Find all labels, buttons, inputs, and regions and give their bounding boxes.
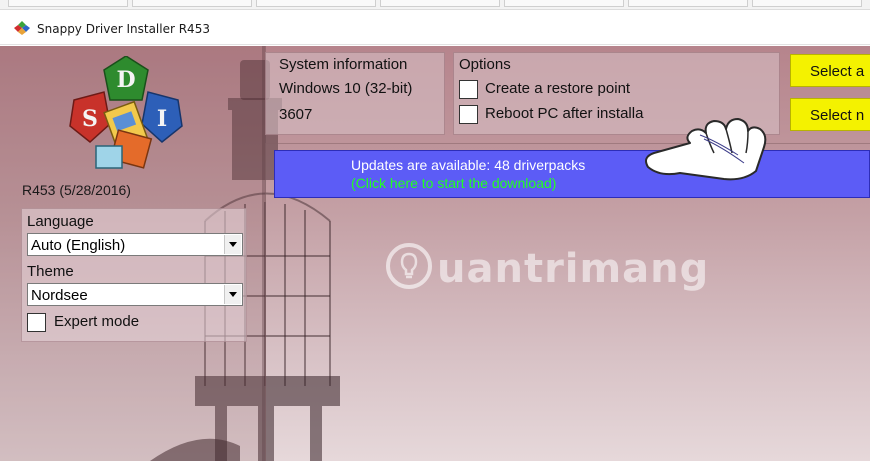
updates-available-text: Updates are available: 48 driverpacks <box>351 157 586 173</box>
options-header: Options <box>459 56 511 73</box>
logo-letter-s: S <box>82 106 98 132</box>
system-os: Windows 10 (32-bit) <box>279 80 413 97</box>
tab-stub <box>628 0 748 7</box>
lightbulb-icon <box>386 243 432 289</box>
tab-stub <box>504 0 624 7</box>
restore-point-label: Create a restore point <box>485 80 631 97</box>
language-value: Auto (English) <box>31 237 126 254</box>
restore-point-checkbox[interactable] <box>459 80 478 99</box>
chevron-down-icon <box>229 292 237 297</box>
sdi-logo: D S I <box>69 56 183 169</box>
start-download-link[interactable]: (Click here to start the download) <box>351 175 556 191</box>
system-info-panel[interactable]: System information Windows 10 (32-bit) 3… <box>265 52 445 135</box>
chevron-down-icon <box>229 242 237 247</box>
select-all-button[interactable]: Select a <box>790 54 870 87</box>
app-icon <box>14 21 30 35</box>
theme-dropdown-button[interactable] <box>224 285 241 304</box>
select-all-label: Select a <box>810 63 865 80</box>
logo-letter-d: D <box>116 67 135 93</box>
language-label: Language <box>27 213 94 230</box>
updates-banner[interactable]: Updates are available: 48 driverpacks (C… <box>274 150 870 198</box>
browser-tab-strip <box>0 0 870 10</box>
quantrimang-watermark: uantrimang <box>385 242 708 302</box>
reboot-checkbox[interactable] <box>459 105 478 124</box>
watermark-text: uantrimang <box>437 246 710 292</box>
settings-panel: Language Auto (English) Theme Nordsee Ex… <box>21 208 247 342</box>
app-version: R453 (5/28/2016) <box>22 182 131 198</box>
tab-stub <box>132 0 252 7</box>
tab-stub <box>8 0 128 7</box>
pointing-hand-icon <box>645 118 767 181</box>
theme-value: Nordsee <box>31 287 88 304</box>
reboot-label: Reboot PC after installa <box>485 105 644 122</box>
theme-select[interactable]: Nordsee <box>27 283 243 306</box>
tab-stub <box>752 0 862 7</box>
window-title: Snappy Driver Installer R453 <box>37 22 210 36</box>
select-none-button[interactable]: Select n <box>790 98 870 131</box>
language-select[interactable]: Auto (English) <box>27 233 243 256</box>
select-none-label: Select n <box>810 107 865 124</box>
tab-stub <box>256 0 376 7</box>
logo-letter-i: I <box>157 106 167 132</box>
tab-stub <box>380 0 500 7</box>
expert-mode-checkbox[interactable] <box>27 313 46 332</box>
language-dropdown-button[interactable] <box>224 235 241 254</box>
window-titlebar: Snappy Driver Installer R453 <box>0 10 870 45</box>
theme-label: Theme <box>27 263 74 280</box>
system-info-header: System information <box>279 56 408 73</box>
system-build: 3607 <box>279 106 313 123</box>
app-client-area: D S I R453 (5/28/2016) Language Auto (En… <box>0 46 870 461</box>
expert-mode-label: Expert mode <box>54 313 140 330</box>
